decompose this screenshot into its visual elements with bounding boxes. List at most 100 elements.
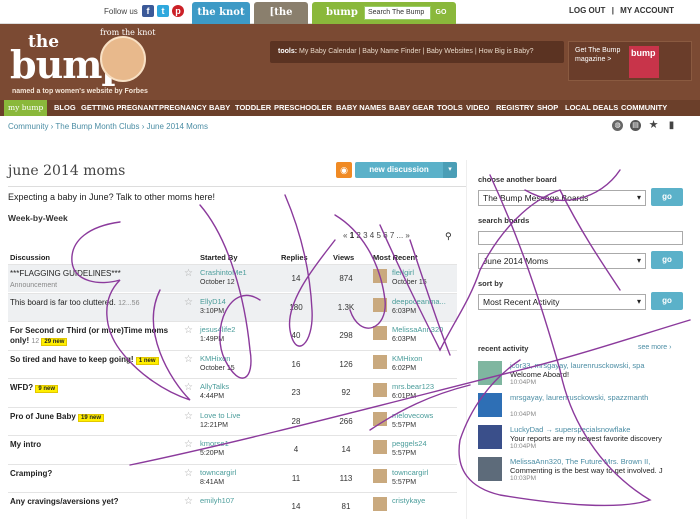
breadcrumb-community[interactable]: Community [8, 122, 48, 131]
table-row[interactable]: This board is far too cluttered. 12...56… [8, 292, 457, 321]
tab-the-knot[interactable]: the knot [192, 2, 250, 24]
nav-baby-gear[interactable]: BABY GEAR [389, 100, 434, 116]
started-by-user[interactable]: Love to Live [200, 411, 240, 420]
site-search-go-button[interactable]: GO [432, 6, 450, 20]
started-by-user[interactable]: AllyTalks [200, 382, 229, 391]
started-by[interactable]: towncargirl 8:41AM [200, 468, 236, 488]
discussion-pages[interactable]: 12 [31, 338, 39, 345]
avatar[interactable] [373, 440, 387, 454]
sort-go-button[interactable]: go [651, 292, 683, 310]
discussion-title[interactable]: WFD? 9 new [10, 383, 180, 394]
my-account-link[interactable]: MY ACCOUNT [620, 6, 674, 15]
most-recent[interactable]: deepoceanma... 6:03PM [392, 297, 446, 317]
pager-page[interactable]: 7 [390, 231, 394, 240]
most-recent[interactable]: mrs.bear123 6:01PM [392, 382, 434, 402]
star-icon[interactable]: ☆ [184, 268, 193, 279]
discussion-title[interactable]: My intro [10, 440, 180, 451]
most-recent[interactable]: flerlgirl October 15 [392, 268, 427, 288]
activity-item[interactable]: MelissaAnn320, The Future Mrs. Brown II,… [478, 457, 683, 485]
nav-registry[interactable]: REGISTRY [496, 100, 534, 116]
pager-page[interactable]: 6 [383, 231, 387, 240]
avatar[interactable] [373, 468, 387, 483]
started-by[interactable]: EllyD14 3:10PM [200, 297, 226, 317]
discussion-title-text[interactable]: So tired and have to keep going! [10, 355, 134, 364]
breadcrumb-june-2014[interactable]: June 2014 Moms [147, 122, 208, 131]
search-go-button[interactable]: go [651, 251, 683, 269]
search-icon[interactable]: ⚲ [445, 231, 452, 242]
magazine-promo[interactable]: Get The Bump magazine > bump [568, 41, 692, 81]
started-by-user[interactable]: KMHixon [200, 354, 230, 363]
activity-users[interactable]: MelissaAnn320, The Future Mrs. Brown II, [510, 457, 683, 466]
most-recent-user[interactable]: MelissaAnn320 [392, 325, 443, 334]
discussion-title[interactable]: ***FLAGGING GUIDELINES*** Announcement [10, 269, 180, 291]
nav-video[interactable]: VIDEO [466, 100, 489, 116]
nav-toddler[interactable]: TODDLER [235, 100, 271, 116]
star-icon[interactable]: ★ [648, 120, 659, 131]
started-by[interactable]: Love to Live 12:21PM [200, 411, 240, 431]
discussion-title-text[interactable]: Pro of June Baby [10, 412, 76, 421]
pinterest-icon[interactable]: p [172, 5, 184, 17]
week-by-week-link[interactable]: Week-by-Week [8, 213, 68, 223]
started-by-user[interactable]: CrashintoMe1 [200, 268, 247, 277]
started-by-user[interactable]: emilyh107 [200, 496, 234, 505]
board-go-button[interactable]: go [651, 188, 683, 206]
tab-the-nest[interactable]: [the nest] [254, 2, 308, 40]
discussion-title[interactable]: So tired and have to keep going! 1 new [10, 355, 180, 366]
started-by[interactable]: AllyTalks 4:44PM [200, 382, 229, 402]
search-board-select[interactable]: June 2014 Moms [478, 253, 646, 269]
nav-tools[interactable]: TOOLS [437, 100, 463, 116]
most-recent[interactable]: cristykaye [392, 496, 425, 506]
activity-item[interactable]: jcor33, mrsgayay, laurenrusckowski, spa W… [478, 361, 683, 389]
pager-page[interactable]: 3 [363, 231, 367, 240]
avatar[interactable] [373, 497, 387, 511]
table-row[interactable]: My intro ☆ kmorse1 5:20PM 4 14 peggels24 5:57P… [8, 435, 457, 463]
activity-users[interactable]: jcor33, mrsgayay, laurenrusckowski, spa [510, 361, 683, 370]
nav-pregnancy[interactable]: PREGNANCY [159, 100, 207, 116]
breadcrumb-month-clubs[interactable]: The Bump Month Clubs [55, 122, 139, 131]
table-row[interactable]: So tired and have to keep going! 1 new ☆ K… [8, 349, 457, 378]
board-select[interactable]: The Bump Message Boards [478, 190, 646, 206]
activity-item[interactable]: mrsgayay, laurenrusckowski, spazzmanth 10… [478, 393, 683, 421]
activity-users[interactable]: LuckyDad → superspecialsnowflake [510, 425, 683, 434]
table-row[interactable]: ***FLAGGING GUIDELINES*** Announcement ☆ C… [8, 264, 457, 292]
discussion-title-text[interactable]: Cramping? [10, 469, 52, 478]
nav-my-bump[interactable]: my bump [4, 100, 48, 116]
most-recent-user[interactable]: deepoceanma... [392, 297, 446, 306]
chevron-down-icon[interactable]: ▾ [443, 162, 457, 178]
most-recent[interactable]: towncargirl 5:57PM [392, 468, 428, 488]
col-most-recent[interactable]: Most Recent [373, 253, 418, 262]
activity-message[interactable]: Welcome Aboard! [510, 370, 683, 379]
star-icon[interactable]: ☆ [184, 496, 193, 507]
activity-users[interactable]: mrsgayay, laurenrusckowski, spazzmanth [510, 393, 683, 402]
see-more-link[interactable]: see more › [638, 344, 671, 351]
discussion-title-text[interactable]: Any cravings/aversions yet? [10, 497, 119, 506]
col-started-by[interactable]: Started By [200, 253, 238, 262]
col-views[interactable]: Views [333, 253, 354, 262]
started-by[interactable]: kmorse1 5:20PM [200, 439, 229, 459]
twitter-icon[interactable]: t [157, 5, 169, 17]
bookmark-icon[interactable]: ▮ [666, 120, 677, 131]
pager-page[interactable]: 4 [370, 231, 374, 240]
most-recent-user[interactable]: cristykaye [392, 496, 425, 505]
nav-community[interactable]: COMMUNITY [621, 100, 667, 116]
print-icon[interactable]: ▤ [630, 120, 641, 131]
pager-page[interactable]: 5 [376, 231, 380, 240]
search-boards-input[interactable] [478, 231, 683, 245]
activity-item[interactable]: LuckyDad → superspecialsnowflake Your rep… [478, 425, 683, 453]
most-recent-user[interactable]: flerlgirl [392, 268, 414, 277]
most-recent[interactable]: melovecows 5:57PM [392, 411, 433, 431]
star-icon[interactable]: ☆ [184, 354, 193, 365]
started-by[interactable]: emilyh107 [200, 496, 234, 506]
col-replies[interactable]: Replies [281, 253, 308, 262]
started-by[interactable]: jesus4life2 1:49PM [200, 325, 235, 345]
discussion-title[interactable]: Pro of June Baby 19 new [10, 412, 180, 423]
activity-message[interactable]: Commenting is the best way to get involv… [510, 466, 683, 475]
pager-page[interactable]: 1 [350, 231, 354, 240]
nav-shop[interactable]: SHOP [537, 100, 558, 116]
most-recent-user[interactable]: melovecows [392, 411, 433, 420]
star-icon[interactable]: ☆ [184, 468, 193, 479]
nav-baby-names[interactable]: BABY NAMES [336, 100, 386, 116]
started-by-user[interactable]: kmorse1 [200, 439, 229, 448]
table-row[interactable]: For Second or Third (or more)Time moms o… [8, 321, 457, 349]
sort-select[interactable]: Most Recent Activity [478, 294, 646, 310]
